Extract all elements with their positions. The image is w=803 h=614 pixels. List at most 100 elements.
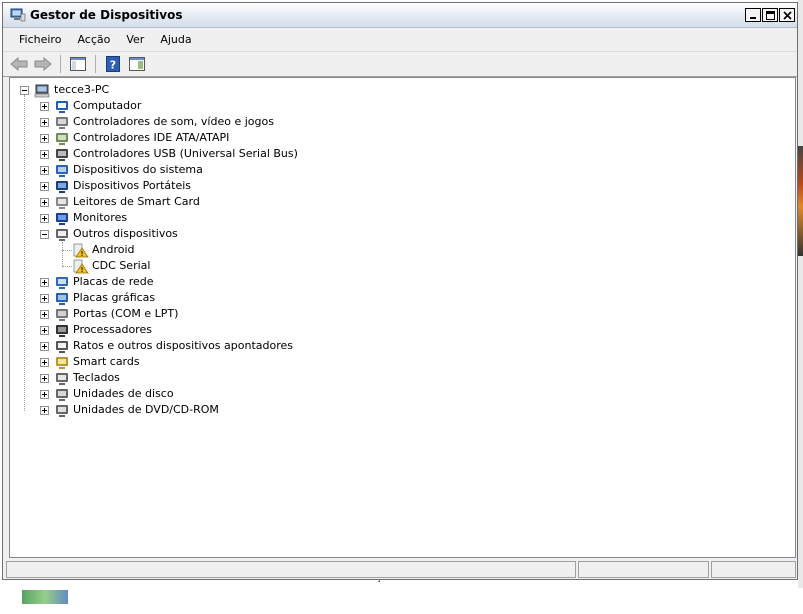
tree-child-label[interactable]: CDC Serial [92,258,150,274]
tree-item-label[interactable]: Outros dispositivos [73,226,178,242]
tree-item-label[interactable]: Unidades de disco [73,386,174,402]
toolbar: ? [3,52,797,77]
close-icon [782,10,792,20]
back-button[interactable] [9,54,29,74]
window-controls [745,8,795,22]
minimize-button[interactable] [745,8,761,22]
forward-button[interactable] [33,54,53,74]
menu-ficheiro[interactable]: Ficheiro [11,33,69,46]
disk-drive-icon [56,389,68,401]
display-adapter-icon [56,293,68,305]
menu-bar: Ficheiro Acção Ver Ajuda [3,28,797,52]
expand-toggle[interactable] [40,102,49,111]
status-bar [6,561,796,579]
status-pane-3 [711,561,796,578]
expand-toggle[interactable] [40,166,49,175]
console-tree-icon [70,57,86,71]
tree-item-label[interactable]: Unidades de DVD/CD-ROM [73,402,219,418]
expand-toggle[interactable] [40,150,49,159]
expand-toggle[interactable] [40,198,49,207]
tree-item-label[interactable]: Computador [73,98,141,114]
minimize-icon [750,17,756,19]
processor-icon [56,325,68,337]
desktop-bottom-area [0,588,803,614]
title-bar[interactable]: Gestor de Dispositivos [3,3,797,28]
tree-item-label[interactable]: Placas de rede [73,274,154,290]
device-tree[interactable]: tecce3-PC Computador Controladores de som… [9,77,796,558]
root-collapse-toggle[interactable] [20,86,29,95]
help-button[interactable]: ? [103,54,123,74]
tree-item-label[interactable]: Leitores de Smart Card [73,194,200,210]
menu-ver[interactable]: Ver [118,33,152,46]
desktop-taskbar-icon [22,590,68,604]
expand-toggle[interactable] [40,326,49,335]
desktop-background [798,0,803,614]
tree-item-label[interactable]: Dispositivos Portáteis [73,178,191,194]
status-pane-2 [578,561,709,578]
tree-child-label[interactable]: Android [92,242,135,258]
tree-item-label[interactable]: Monitores [73,210,127,226]
expand-toggle[interactable] [40,310,49,319]
show-hide-console-tree-button[interactable] [68,54,88,74]
expand-toggle[interactable] [40,374,49,383]
port-icon [56,309,68,321]
toolbar-separator [60,55,61,73]
tree-item-label[interactable]: Teclados [73,370,120,386]
maximize-icon [765,10,775,20]
monitor-icon [56,213,68,225]
close-button[interactable] [779,8,795,22]
speaker-icon [56,117,68,129]
tree-item-label[interactable]: Processadores [73,322,152,338]
tree-item-label[interactable]: Ratos e outros dispositivos apontadores [73,338,293,354]
expand-toggle[interactable] [40,358,49,367]
tree-item-label[interactable]: Portas (COM e LPT) [73,306,178,322]
expand-toggle[interactable] [40,134,49,143]
network-adapter-icon [56,277,68,289]
expand-toggle[interactable] [40,118,49,127]
toolbar-separator [95,55,96,73]
menu-ajuda[interactable]: Ajuda [152,33,199,46]
keyboard-icon [56,373,68,385]
maximize-button[interactable] [762,8,778,22]
properties-icon [129,57,145,71]
smart-card-reader-icon [56,197,68,209]
expand-toggle[interactable] [40,230,49,239]
device-manager-icon [10,8,26,22]
unknown-device-icon [56,229,68,241]
status-pane-main [6,561,576,578]
properties-button[interactable] [127,54,147,74]
ide-controller-icon [56,133,68,145]
back-arrow-icon [10,57,28,71]
tree-item-label[interactable]: Controladores USB (Universal Serial Bus) [73,146,298,162]
usb-icon [56,149,68,161]
computer-icon [56,101,68,113]
warning-device-icon [73,259,89,274]
expand-toggle[interactable] [40,390,49,399]
tree-item-label[interactable]: Smart cards [73,354,140,370]
tree-connector [24,95,25,411]
expand-toggle[interactable] [40,406,49,415]
tree-root-label[interactable]: tecce3-PC [54,82,109,98]
tree-item-label[interactable]: Controladores IDE ATA/ATAPI [73,130,229,146]
computer-pc-icon [34,84,50,98]
forward-arrow-icon [34,57,52,71]
mouse-icon [56,341,68,353]
expand-toggle[interactable] [40,214,49,223]
portable-device-icon [56,181,68,193]
tree-connector [62,242,63,266]
expand-toggle[interactable] [40,182,49,191]
desktop-wallpaper-fragment [798,146,803,256]
system-devices-icon [56,165,68,177]
help-icon: ? [106,56,120,72]
tree-item-label[interactable]: Placas gráficas [73,290,155,306]
dvd-drive-icon [56,405,68,417]
tree-item-label[interactable]: Dispositivos do sistema [73,162,203,178]
tree-connector [62,266,72,267]
expand-toggle[interactable] [40,294,49,303]
expand-toggle[interactable] [40,342,49,351]
smart-card-icon [56,357,68,369]
menu-accao[interactable]: Acção [69,33,118,46]
expand-toggle[interactable] [40,278,49,287]
tree-item-label[interactable]: Controladores de som, vídeo e jogos [73,114,274,130]
window-title: Gestor de Dispositivos [30,8,183,22]
